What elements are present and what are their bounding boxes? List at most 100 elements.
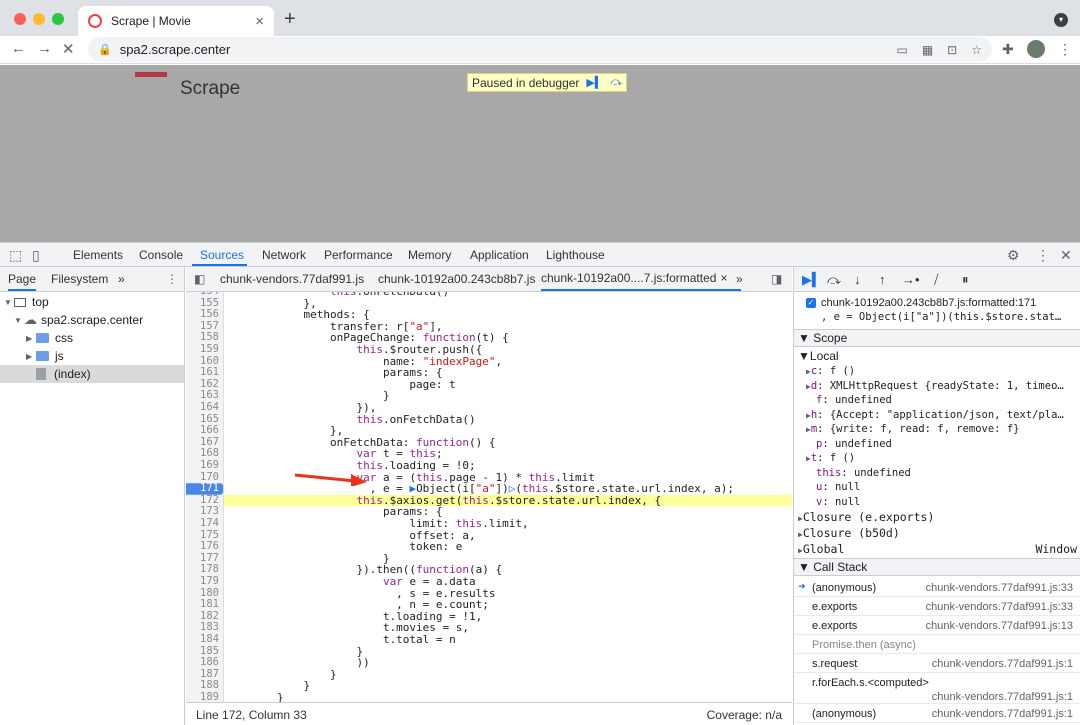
frame-location[interactable]: chunk-vendors.77daf991.js:1 [932, 658, 1073, 670]
browser-tab[interactable]: Scrape | Movie × [78, 6, 274, 36]
toggle-navigator-icon[interactable]: ◧ [194, 267, 205, 291]
variable-name: m [810, 423, 818, 435]
forward-button[interactable]: → [37, 40, 52, 57]
toggle-debugger-icon[interactable]: ◨ [771, 267, 782, 291]
tree-item-top[interactable]: ▼ top [0, 293, 184, 311]
close-window-button[interactable] [14, 13, 26, 25]
device-toolbar-icon[interactable]: ▯ [32, 247, 40, 264]
line-number[interactable]: 189 [186, 691, 219, 702]
frame-location[interactable]: chunk-vendors.77daf991.js:1 [932, 691, 1073, 703]
resume-icon[interactable]: ▶▍ [802, 272, 822, 288]
zoom-window-button[interactable] [52, 13, 64, 25]
line-number[interactable]: 179 [186, 575, 219, 588]
frame-location[interactable]: chunk-vendors.77daf991.js:33 [926, 582, 1073, 594]
minimize-window-button[interactable] [33, 13, 45, 25]
breakpoint-entry[interactable]: ✓ chunk-10192a00.243cb8b7.js:formatted:1… [806, 297, 1061, 323]
line-number[interactable]: 159 [186, 343, 219, 356]
qr-code-icon[interactable]: ▦ [922, 43, 933, 57]
tab-network[interactable]: Network [262, 248, 306, 262]
breakpoint-checkbox[interactable]: ✓ [806, 298, 816, 308]
closure-scope[interactable]: ▶Closure (e.exports) [794, 510, 1080, 525]
call-stack-frame[interactable]: ➜ (anonymous) chunk-vendors.77daf991.js:33 [794, 578, 1080, 597]
tree-item-js[interactable]: ▶ js [0, 347, 184, 365]
more-options-icon[interactable]: ⋮ [1036, 247, 1050, 264]
translate-icon[interactable]: ⊡ [947, 43, 957, 57]
file-navigator: Page Filesystem » ⋮ ▼ top ▼ ☁ spa2.scrap… [0, 267, 185, 725]
frame-location[interactable]: chunk-vendors.77daf991.js:1 [932, 708, 1073, 720]
tab-search-icon[interactable]: ▾ [1054, 13, 1068, 27]
editor-tab-active[interactable]: chunk-10192a00....7.js:formatted × [541, 267, 742, 291]
line-number[interactable]: 169 [186, 459, 219, 472]
pause-on-exceptions-icon[interactable]: ⏸ [962, 272, 969, 288]
code-area[interactable]: this.onFetchData() }, methods: { transfe… [224, 292, 792, 702]
global-scope[interactable]: ▶Global Window [794, 542, 1080, 557]
tab-memory[interactable]: Memory [408, 248, 451, 262]
tab-page[interactable]: Page [8, 272, 37, 291]
close-devtools-icon[interactable]: ✕ [1060, 247, 1072, 264]
inspect-element-icon[interactable]: ⬚ [9, 247, 22, 264]
line-number[interactable]: 170 [186, 471, 219, 484]
tab-performance[interactable]: Performance [324, 248, 393, 262]
navigator-menu-icon[interactable]: ⋮ [166, 272, 178, 286]
tab-console[interactable]: Console [139, 248, 183, 262]
call-stack-frame[interactable]: (anonymous) chunk-vendors.77daf991.js:1 [794, 704, 1080, 723]
tab-filesystem[interactable]: Filesystem [51, 272, 108, 286]
call-stack-frame[interactable]: e.exports chunk-vendors.77daf991.js:13 [794, 616, 1080, 635]
scope-variable[interactable]: ▶t: f () [794, 451, 1080, 466]
tab-application[interactable]: Application [470, 248, 529, 262]
bookmark-star-icon[interactable]: ☆ [971, 43, 982, 57]
step-into-icon[interactable]: ↓ [854, 272, 861, 287]
tab-lighthouse[interactable]: Lighthouse [546, 248, 605, 262]
editor-tab[interactable]: chunk-vendors.77daf991.js [220, 267, 364, 291]
step-out-icon[interactable]: ↑ [879, 272, 886, 287]
more-tabs-icon[interactable]: » [736, 267, 743, 291]
closure-scope[interactable]: ▶Closure (b50d) [794, 526, 1080, 541]
call-stack-frame[interactable]: e.exports chunk-vendors.77daf991.js:33 [794, 597, 1080, 616]
frame-location[interactable]: chunk-vendors.77daf991.js:33 [926, 601, 1073, 613]
scope-variable[interactable]: ▶h: {Accept: "application/json, text/pla… [794, 408, 1080, 423]
step-over-icon[interactable]: ⤼ [827, 272, 841, 288]
scope-variable[interactable]: this: undefined [794, 466, 1080, 481]
profile-avatar[interactable] [1027, 40, 1045, 58]
stop-button[interactable]: ✕ [62, 40, 75, 58]
tab-sources[interactable]: Sources [200, 248, 244, 262]
extensions-icon[interactable]: ✚ [1002, 41, 1014, 58]
call-stack-header[interactable]: ▼ Call Stack [794, 558, 1080, 576]
scope-variable[interactable]: ▶m: {write: f, read: f, remove: f} [794, 422, 1080, 437]
step-over-icon[interactable]: ⤼ [610, 76, 622, 89]
local-scope-header[interactable]: ▼Local [794, 349, 1080, 364]
scope-label: Global [802, 542, 845, 556]
deactivate-breakpoints-icon[interactable]: ⧸ [934, 272, 938, 288]
tree-label: top [32, 295, 49, 309]
call-stack-frame[interactable]: r.forEach.s.<computed> chunk-vendors.77da… [794, 673, 1080, 704]
menu-icon[interactable]: ⋮ [1058, 41, 1072, 58]
editor-tab[interactable]: chunk-10192a00.243cb8b7.js [378, 267, 535, 291]
scope-variable[interactable]: f: undefined [794, 393, 1080, 408]
line-number[interactable]: 174 [186, 517, 219, 530]
address-bar[interactable]: 🔒 spa2.scrape.center ▭ ▦ ⊡ ☆ [88, 37, 992, 62]
scope-section-header[interactable]: ▼ Scope [794, 329, 1080, 347]
line-number[interactable]: 164 [186, 401, 219, 414]
close-tab-icon[interactable]: × [255, 13, 264, 30]
scope-variable[interactable]: ▶c: f () [794, 364, 1080, 379]
tree-item-css[interactable]: ▶ css [0, 329, 184, 347]
scope-variable[interactable]: ▶d: XMLHttpRequest {readyState: 1, timeo… [794, 379, 1080, 394]
resume-icon[interactable]: ▶▍ [586, 76, 603, 89]
new-tab-button[interactable]: + [284, 8, 296, 31]
line-number[interactable]: 184 [186, 633, 219, 646]
frame-location[interactable]: chunk-vendors.77daf991.js:13 [926, 620, 1073, 632]
settings-gear-icon[interactable]: ⚙ [1007, 247, 1020, 264]
back-button[interactable]: ← [11, 40, 26, 57]
close-tab-icon[interactable]: × [720, 271, 727, 285]
tab-elements[interactable]: Elements [73, 248, 123, 262]
call-stack-frame[interactable]: s.request chunk-vendors.77daf991.js:1 [794, 654, 1080, 673]
scope-variable[interactable]: u: null [794, 480, 1080, 495]
cast-icon[interactable]: ▭ [896, 43, 907, 57]
tree-item-domain[interactable]: ▼ ☁ spa2.scrape.center [0, 311, 184, 329]
scope-variable[interactable]: p: undefined [794, 437, 1080, 452]
line-number-gutter[interactable]: 1541551561571581591601611621631641651661… [186, 292, 224, 702]
tree-item-index[interactable]: (index) [0, 365, 184, 383]
more-tabs-icon[interactable]: » [118, 272, 125, 286]
scope-variable[interactable]: v: null [794, 495, 1080, 510]
step-icon[interactable]: →• [902, 272, 920, 287]
